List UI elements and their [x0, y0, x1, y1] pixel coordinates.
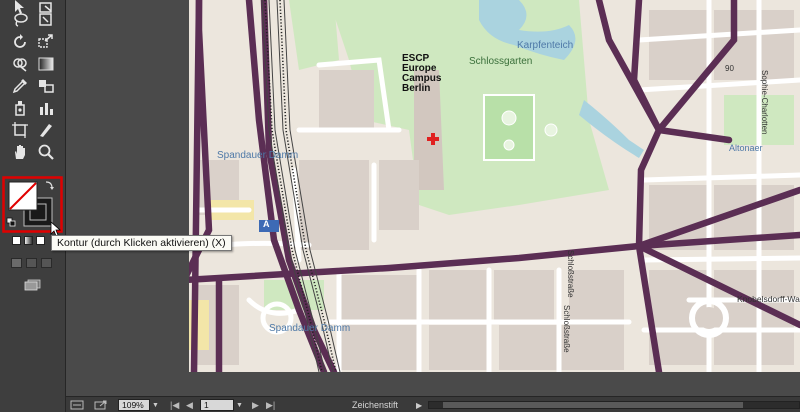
gradient-icon[interactable] [35, 53, 57, 75]
tooltip: Kontur (durch Klicken aktivieren) (X) [51, 235, 232, 251]
document-canvas[interactable]: ESCP Europe Campus Berlin Karpfenteich S… [66, 0, 800, 396]
scrollbar-thumb[interactable] [443, 402, 743, 408]
status-menu-arrow-icon[interactable]: ▶ [416, 399, 422, 411]
map-label-schlossstrasse-1: Schloßstraße [566, 250, 575, 298]
symbol-sprayer-icon[interactable] [9, 97, 31, 119]
draw-behind-button[interactable] [26, 258, 37, 268]
zoom-level[interactable]: 109% ▼ [118, 399, 159, 411]
zoom-icon[interactable] [35, 141, 57, 163]
last-artboard-button[interactable]: ▶| [266, 399, 275, 411]
eyedropper-icon[interactable] [9, 75, 31, 97]
rotate-icon[interactable] [9, 31, 31, 53]
artboard-nav-icon[interactable] [70, 399, 84, 411]
zoom-level-field[interactable]: 109% [118, 399, 150, 411]
color-mode-button[interactable] [12, 236, 21, 245]
current-tool-label: Zeichenstift [352, 400, 399, 410]
blend-icon[interactable] [35, 75, 57, 97]
artboard-number[interactable]: 1 ▼ [200, 399, 243, 411]
map-label-schlossgarten: Schlossgarten [469, 56, 533, 67]
draw-normal-button[interactable] [11, 258, 22, 268]
artboard[interactable]: ESCP Europe Campus Berlin Karpfenteich S… [189, 0, 800, 372]
fill-stroke-swatch-group [2, 176, 63, 237]
artboard-number-field[interactable]: 1 [200, 399, 234, 411]
map-label-escp: ESCP Europe Campus Berlin [402, 53, 442, 94]
artboard-dropdown-icon[interactable]: ▼ [236, 402, 243, 409]
lasso-icon[interactable] [9, 9, 31, 31]
map-label-karpfenteich: Karpfenteich [517, 40, 574, 51]
draw-inside-button[interactable] [41, 258, 52, 268]
artboard-icon[interactable] [9, 119, 31, 141]
map-label-altonaer: Altonaer [729, 143, 763, 153]
magic-wand-icon[interactable] [35, 9, 57, 31]
map-label-90: 90 [725, 64, 734, 73]
map-label-sophie-charlotten: Sophie-Charlotten [760, 70, 769, 135]
none-mode-button[interactable] [36, 236, 45, 245]
slice-icon[interactable] [35, 119, 57, 141]
map-label-knobelsdorff: Knobelsdorff-Wa [737, 294, 800, 304]
export-icon[interactable] [94, 399, 108, 411]
first-artboard-button[interactable]: |◀ [170, 399, 179, 411]
tools-panel [0, 0, 66, 412]
gradient-mode-button[interactable] [24, 236, 33, 245]
mouse-cursor-icon [50, 221, 62, 237]
status-bar: 109% ▼ |◀ ◀ 1 ▼ ▶ ▶| Zeichenstift ▶ [66, 396, 800, 412]
map-label-schlossstrasse-2: Schloßstraße [562, 305, 571, 353]
horizontal-scrollbar[interactable] [428, 401, 800, 409]
screen-mode-button[interactable] [24, 278, 42, 291]
prev-artboard-button[interactable]: ◀ [186, 399, 193, 411]
map-label-spandauer-damm-2: Spandauer Damm [269, 323, 351, 334]
next-artboard-button[interactable]: ▶ [252, 399, 259, 411]
zoom-dropdown-icon[interactable]: ▼ [152, 402, 159, 409]
map-label-spandauer-damm-1: Spandauer Damm [217, 150, 299, 161]
map-label-station: A [263, 219, 270, 229]
hand-icon[interactable] [9, 141, 31, 163]
column-graph-icon[interactable] [35, 97, 57, 119]
shape-builder-icon[interactable] [9, 53, 31, 75]
scale-icon[interactable] [35, 31, 57, 53]
illustrator-window: ESCP Europe Campus Berlin Karpfenteich S… [0, 0, 800, 412]
pasteboard-bottom [189, 372, 800, 396]
